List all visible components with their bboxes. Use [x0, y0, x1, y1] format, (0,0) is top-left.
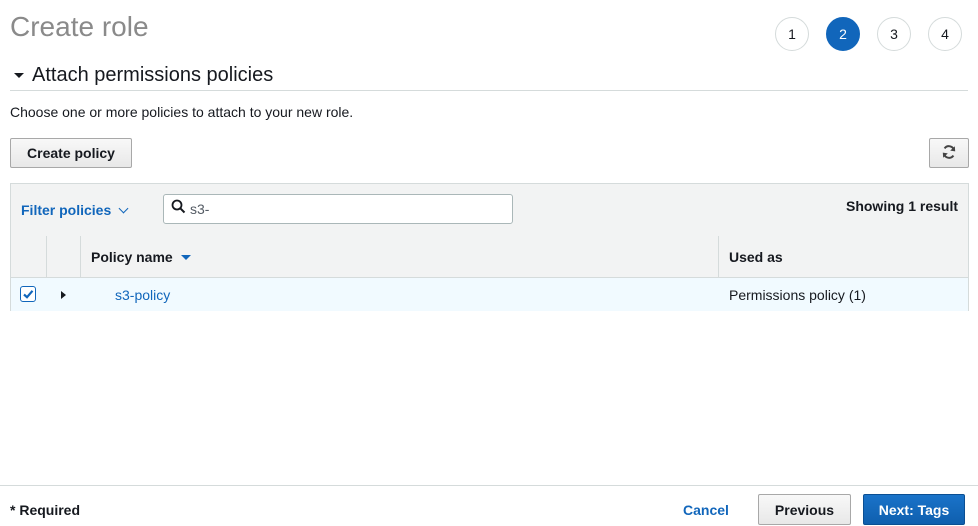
page-title: Create role — [10, 11, 149, 42]
table-header: Policy name Used as — [11, 236, 968, 278]
search-icon — [164, 199, 186, 219]
collapse-caret-icon[interactable] — [14, 72, 24, 78]
filter-policies-dropdown[interactable]: Filter policies — [21, 202, 129, 218]
filter-policies-label: Filter policies — [21, 202, 112, 218]
step-3: 3 — [877, 17, 911, 51]
result-count: Showing 1 result — [845, 198, 958, 214]
step-2-active: 2 — [826, 17, 860, 51]
table-row[interactable]: s3-policy Permissions policy (1) — [11, 278, 968, 311]
expand-row-icon[interactable] — [61, 291, 66, 299]
section-description: Choose one or more policies to attach to… — [10, 104, 354, 120]
column-header-policy-name-label: Policy name — [91, 249, 173, 265]
step-4: 4 — [928, 17, 962, 51]
refresh-button[interactable] — [929, 138, 969, 168]
policy-name-link[interactable]: s3-policy — [115, 287, 170, 303]
refresh-icon — [941, 144, 957, 163]
chevron-down-icon — [118, 203, 129, 213]
required-note: * Required — [10, 502, 81, 518]
sort-descending-icon[interactable] — [180, 254, 191, 260]
search-input[interactable] — [190, 201, 490, 217]
section-header[interactable]: Attach permissions policies — [10, 60, 968, 91]
column-header-used-as[interactable]: Used as — [729, 249, 783, 265]
row-checkbox[interactable] — [20, 286, 36, 302]
table-toolbar: Filter policies Showing 1 result — [11, 184, 968, 237]
column-divider — [46, 236, 47, 277]
previous-button[interactable]: Previous — [758, 494, 851, 525]
search-box[interactable] — [163, 194, 513, 224]
column-divider — [718, 236, 719, 277]
column-divider — [80, 236, 81, 277]
policies-table: Filter policies Showing 1 result Policy … — [10, 183, 969, 311]
wizard-footer: * Required Cancel Previous Next: Tags — [0, 485, 978, 526]
checkmark-icon — [23, 290, 34, 299]
column-header-policy-name[interactable]: Policy name — [91, 249, 191, 265]
section-title: Attach permissions policies — [32, 63, 274, 86]
step-1: 1 — [775, 17, 809, 51]
policy-used-as: Permissions policy (1) — [729, 287, 866, 303]
step-indicator: 1 2 3 4 — [775, 17, 962, 51]
cancel-button[interactable]: Cancel — [683, 502, 729, 518]
next-tags-button[interactable]: Next: Tags — [863, 494, 965, 525]
create-policy-button[interactable]: Create policy — [10, 138, 132, 168]
